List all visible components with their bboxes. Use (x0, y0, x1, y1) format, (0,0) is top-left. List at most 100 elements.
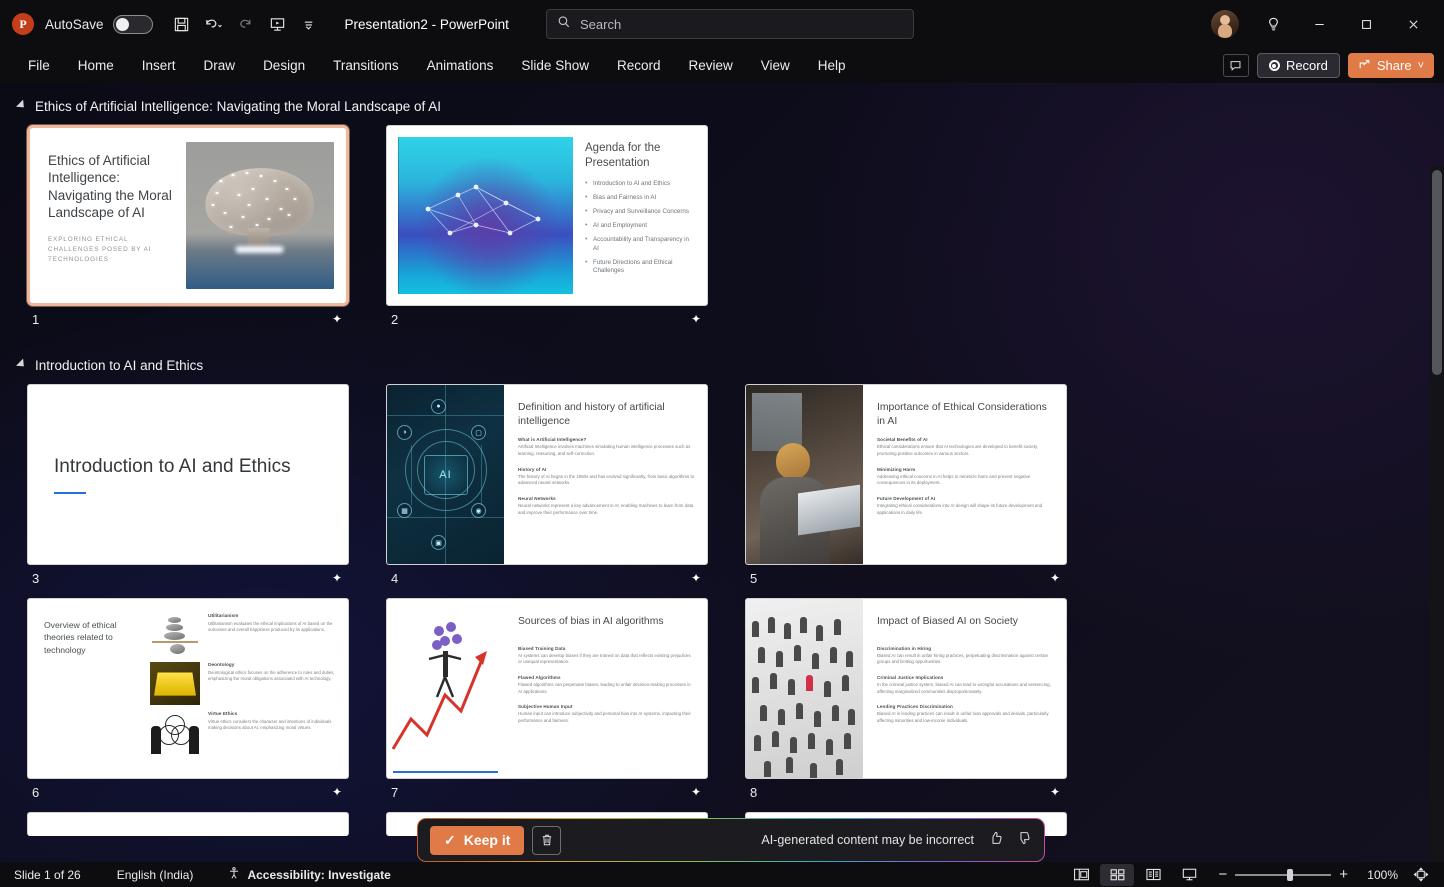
tab-record[interactable]: Record (603, 53, 675, 78)
section-header-2[interactable]: Introduction to AI and Ethics (0, 352, 1444, 378)
slide-thumbnail-5[interactable]: Importance of Ethical Considerations in … (745, 384, 1067, 591)
normal-view-icon[interactable] (1064, 864, 1098, 886)
designer-badge-icon[interactable]: ✦ (332, 785, 342, 799)
minimize-button[interactable] (1297, 0, 1342, 48)
fit-to-window-icon[interactable] (1404, 864, 1438, 886)
tab-insert[interactable]: Insert (128, 53, 190, 78)
designer-badge-icon[interactable]: ✦ (332, 571, 342, 585)
tab-file[interactable]: File (14, 53, 64, 78)
body-text: AI systems can develop biases if they ar… (518, 653, 695, 666)
autosave-label: AutoSave (45, 17, 104, 32)
thumbs-up-icon[interactable] (988, 830, 1004, 851)
tab-slide-show[interactable]: Slide Show (507, 53, 603, 78)
accessibility-status[interactable]: Accessibility: Investigate (217, 866, 400, 883)
record-button[interactable]: Record (1257, 53, 1340, 78)
tab-home[interactable]: Home (64, 53, 128, 78)
maximize-button[interactable] (1344, 0, 1389, 48)
designer-badge-icon[interactable]: ✦ (332, 312, 342, 326)
designer-badge-icon[interactable]: ✦ (1050, 571, 1060, 585)
slide-show-view-icon[interactable] (1172, 864, 1206, 886)
collapse-triangle-icon[interactable] (16, 100, 27, 111)
slide-thumbnail-4[interactable]: AI ● ◑ ▢ ▦ ◉ ▣ (386, 384, 708, 591)
slide-3-canvas[interactable]: Introduction to AI and Ethics (27, 384, 349, 565)
search-box[interactable]: Search (546, 9, 914, 39)
zoom-slider-knob[interactable] (1287, 869, 1293, 881)
slide-sorter-workspace[interactable]: Ethics of Artificial Intelligence: Navig… (0, 83, 1444, 862)
redo-icon[interactable] (231, 10, 261, 38)
comment-icon[interactable] (1223, 54, 1249, 77)
slide-count-label[interactable]: Slide 1 of 26 (0, 868, 91, 882)
collapse-triangle-icon[interactable] (16, 359, 27, 370)
designer-badge-icon[interactable]: ✦ (691, 312, 701, 326)
slide-5-meta: 5 ✦ (745, 565, 1067, 591)
slide-thumbnail-6[interactable]: Overview of ethical theories related to … (27, 598, 349, 805)
slide-7-section-1: Biased Training Data AI systems can deve… (518, 646, 695, 666)
slide-1-meta: 1 ✦ (27, 306, 349, 332)
slide-8-number: 8 (750, 785, 757, 800)
slide-9-canvas[interactable] (27, 812, 349, 836)
lightbulb-icon[interactable] (1251, 7, 1295, 41)
ribbon-actions: Record Share ˅ (1223, 48, 1434, 83)
slide-thumbnail-3[interactable]: Introduction to AI and Ethics 3 ✦ (27, 384, 349, 591)
start-presentation-icon[interactable] (263, 10, 293, 38)
tab-draw[interactable]: Draw (190, 53, 250, 78)
vertical-scrollbar[interactable]: ▲ ▼ (1430, 166, 1444, 862)
slide-thumbnail-2[interactable]: Agenda for the Presentation Introduction… (386, 125, 708, 332)
red-arrow-growth-chart-graphic (387, 599, 504, 778)
slide-thumbnail-8[interactable]: Impact of Biased AI on Society Discrimin… (745, 598, 1067, 805)
slide-thumbnail-1[interactable]: Ethics of Artificial Intelligence: Navig… (27, 125, 349, 332)
tab-help[interactable]: Help (804, 53, 860, 78)
keep-it-button[interactable]: ✓ Keep it (430, 826, 524, 855)
slide-5-canvas[interactable]: Importance of Ethical Considerations in … (745, 384, 1067, 565)
share-button[interactable]: Share ˅ (1348, 53, 1434, 78)
slide-2-meta: 2 ✦ (386, 306, 708, 332)
scrollbar-thumb[interactable] (1432, 170, 1442, 375)
slide-2-canvas[interactable]: Agenda for the Presentation Introduction… (386, 125, 708, 306)
ribbon-tab-bar: File Home Insert Draw Design Transitions… (0, 48, 1444, 83)
balanced-stones-icon (150, 613, 200, 656)
designer-badge-icon[interactable]: ✦ (1050, 785, 1060, 799)
slide-thumbnail-9-partial[interactable] (27, 812, 349, 836)
slide-sorter-view-icon[interactable] (1100, 864, 1134, 886)
tab-animations[interactable]: Animations (413, 53, 508, 78)
designer-badge-icon[interactable]: ✦ (691, 571, 701, 585)
slide-6-canvas[interactable]: Overview of ethical theories related to … (27, 598, 349, 779)
thumbs-down-icon[interactable] (1016, 830, 1032, 851)
zoom-control[interactable]: − + (1218, 866, 1348, 883)
status-bar-right: − + 100% (1064, 864, 1438, 886)
heading: Biased Training Data (518, 646, 695, 651)
zoom-out-button[interactable]: − (1218, 866, 1227, 883)
list-item: Introduction to AI and Ethics (585, 180, 695, 189)
window-controls (1211, 0, 1436, 48)
slide-4-number: 4 (391, 571, 398, 586)
user-avatar[interactable] (1211, 10, 1239, 38)
slide-thumbnail-7[interactable]: Sources of bias in AI algorithms Biased … (386, 598, 708, 805)
body-text: Biased AI in lending practices can resul… (877, 711, 1054, 724)
trash-icon[interactable] (532, 826, 561, 855)
zoom-in-button[interactable]: + (1339, 866, 1348, 883)
designer-badge-icon[interactable]: ✦ (691, 785, 701, 799)
slide-1-canvas[interactable]: Ethics of Artificial Intelligence: Navig… (27, 125, 349, 306)
customize-quick-access-icon[interactable] (295, 10, 325, 38)
slide-4-canvas[interactable]: AI ● ◑ ▢ ▦ ◉ ▣ (386, 384, 708, 565)
slide-8-canvas[interactable]: Impact of Biased AI on Society Discrimin… (745, 598, 1067, 779)
document-title: Presentation2 - PowerPoint (345, 17, 509, 32)
zoom-level-label[interactable]: 100% (1360, 868, 1398, 882)
slide-1-title: Ethics of Artificial Intelligence: Navig… (48, 152, 176, 221)
language-label[interactable]: English (India) (107, 868, 204, 882)
record-dot-icon (1269, 60, 1280, 71)
tab-transitions[interactable]: Transitions (319, 53, 413, 78)
undo-icon[interactable] (199, 10, 229, 38)
autosave-toggle[interactable] (113, 15, 153, 34)
close-button[interactable] (1391, 0, 1436, 48)
zoom-slider[interactable] (1235, 874, 1331, 876)
section-header-1[interactable]: Ethics of Artificial Intelligence: Navig… (0, 93, 1444, 119)
slide-7-canvas[interactable]: Sources of bias in AI algorithms Biased … (386, 598, 708, 779)
tab-design[interactable]: Design (249, 53, 319, 78)
slide-1-number: 1 (32, 312, 39, 327)
save-icon[interactable] (167, 10, 197, 38)
tab-review[interactable]: Review (675, 53, 747, 78)
heading: History of AI (518, 467, 695, 472)
reading-view-icon[interactable] (1136, 864, 1170, 886)
tab-view[interactable]: View (747, 53, 804, 78)
